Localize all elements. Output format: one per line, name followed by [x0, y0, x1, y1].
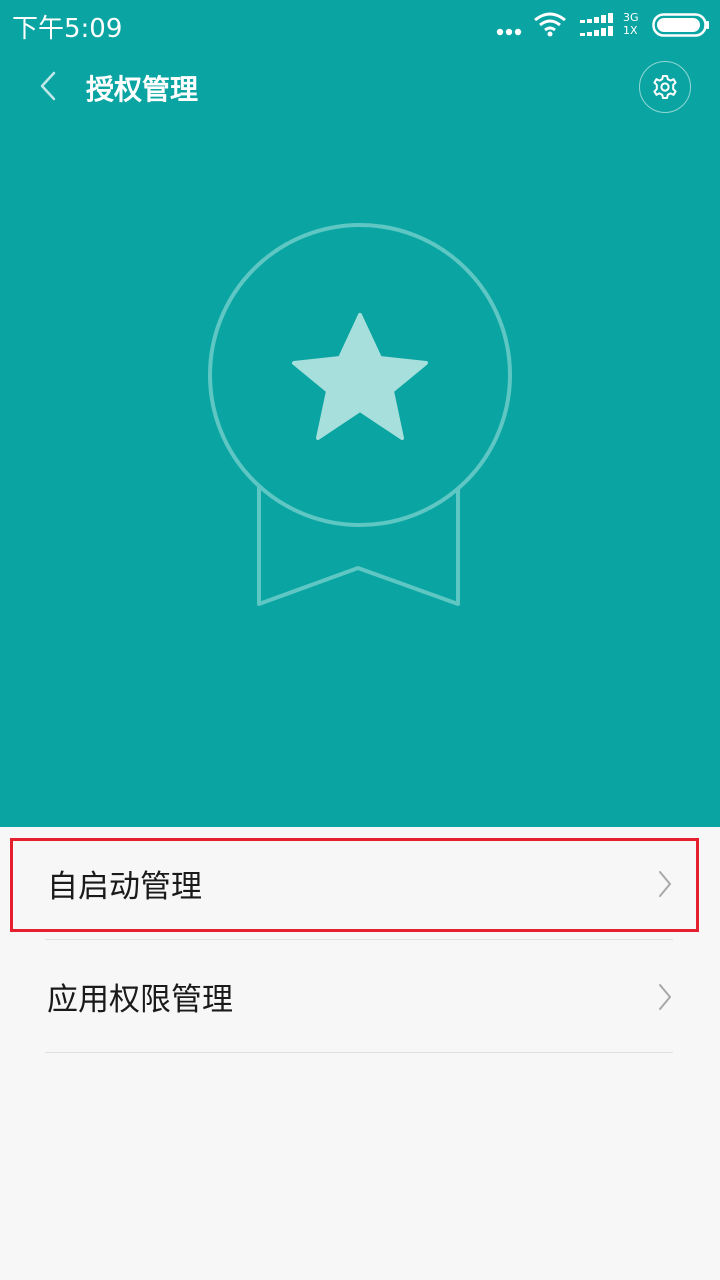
wifi-icon	[534, 12, 566, 37]
network-type-top: 3G	[623, 11, 639, 24]
gear-icon	[653, 75, 677, 99]
medal-star-icon	[208, 223, 512, 606]
hero-banner: 下午5:09 3G 1X 授权管理	[0, 0, 720, 827]
page-title: 授权管理	[86, 73, 199, 106]
chevron-right-icon	[659, 871, 671, 897]
signal-icon	[580, 13, 613, 36]
settings-list: 自启动管理 应用权限管理	[0, 827, 720, 1053]
chevron-left-icon	[40, 71, 56, 101]
battery-icon	[652, 13, 709, 37]
chevron-right-icon	[659, 984, 671, 1010]
list-item-app-permissions[interactable]: 应用权限管理	[0, 940, 720, 1053]
list-item-auto-start[interactable]: 自启动管理	[0, 827, 720, 940]
settings-button[interactable]	[639, 61, 691, 113]
list-item-label: 应用权限管理	[47, 982, 233, 1018]
status-time: 下午5:09	[12, 14, 123, 44]
status-bar: 下午5:09 3G 1X	[0, 0, 720, 50]
network-type-bottom: 1X	[623, 24, 638, 37]
back-button[interactable]	[28, 64, 72, 108]
list-item-label: 自启动管理	[47, 869, 202, 905]
list-divider	[45, 1052, 673, 1053]
more-dots-icon	[496, 28, 522, 36]
